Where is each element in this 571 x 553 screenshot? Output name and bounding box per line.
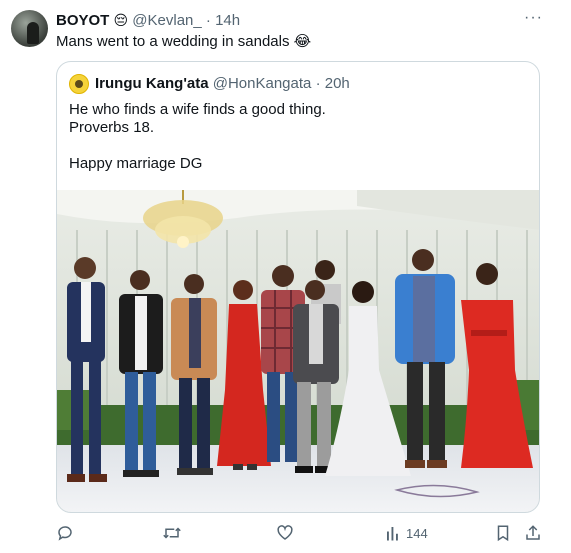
reply-button[interactable]: [56, 524, 74, 542]
tweet-header: BOYOT 😔 @Kevlan_ · 14h: [56, 11, 240, 30]
views-button[interactable]: 144: [385, 524, 428, 542]
quote-line: Proverbs 18.: [69, 119, 155, 136]
author-name[interactable]: BOYOT: [56, 12, 109, 29]
retweet-icon: [163, 527, 181, 539]
views-bar-chart-icon: [387, 527, 398, 541]
bookmark-icon: [497, 525, 509, 542]
quote-line: Happy marriage DG: [69, 155, 203, 172]
quote-author-avatar: [69, 74, 89, 94]
bookmark-button[interactable]: [495, 524, 511, 542]
quote-header: Irungu Kang'ata @HonKangata · 20h: [95, 75, 350, 93]
quote-time: 20h: [324, 75, 350, 92]
tweet-time[interactable]: 14h: [215, 12, 240, 29]
quote-line: [69, 137, 326, 155]
quote-line: He who finds a wife finds a good thing.: [69, 101, 326, 118]
quoted-tweet[interactable]: Irungu Kang'ata @HonKangata · 20h He who…: [56, 61, 540, 513]
quote-separator: ·: [315, 75, 321, 92]
retweet-button[interactable]: [162, 524, 182, 542]
reply-icon: [58, 526, 72, 541]
quote-text: He who finds a wife finds a good thing. …: [69, 101, 326, 173]
more-options-icon[interactable]: ···: [524, 9, 543, 27]
quote-author-name: Irungu Kang'ata: [95, 75, 209, 92]
author-avatar[interactable]: [11, 10, 48, 47]
views-count: 144: [406, 525, 428, 541]
tweet-action-bar: 144: [0, 524, 571, 544]
heart-icon: [277, 525, 293, 540]
quote-author-handle: @HonKangata: [212, 75, 312, 92]
header-separator: ·: [205, 12, 211, 29]
like-button[interactable]: [276, 524, 294, 542]
author-emoji: 😔: [113, 12, 129, 28]
wedding-group-photo[interactable]: [57, 190, 540, 513]
tweet-text: Mans went to a wedding in sandals 😂: [56, 33, 312, 50]
share-button[interactable]: [524, 524, 542, 542]
share-icon: [526, 525, 540, 540]
author-handle[interactable]: @Kevlan_: [132, 12, 201, 29]
